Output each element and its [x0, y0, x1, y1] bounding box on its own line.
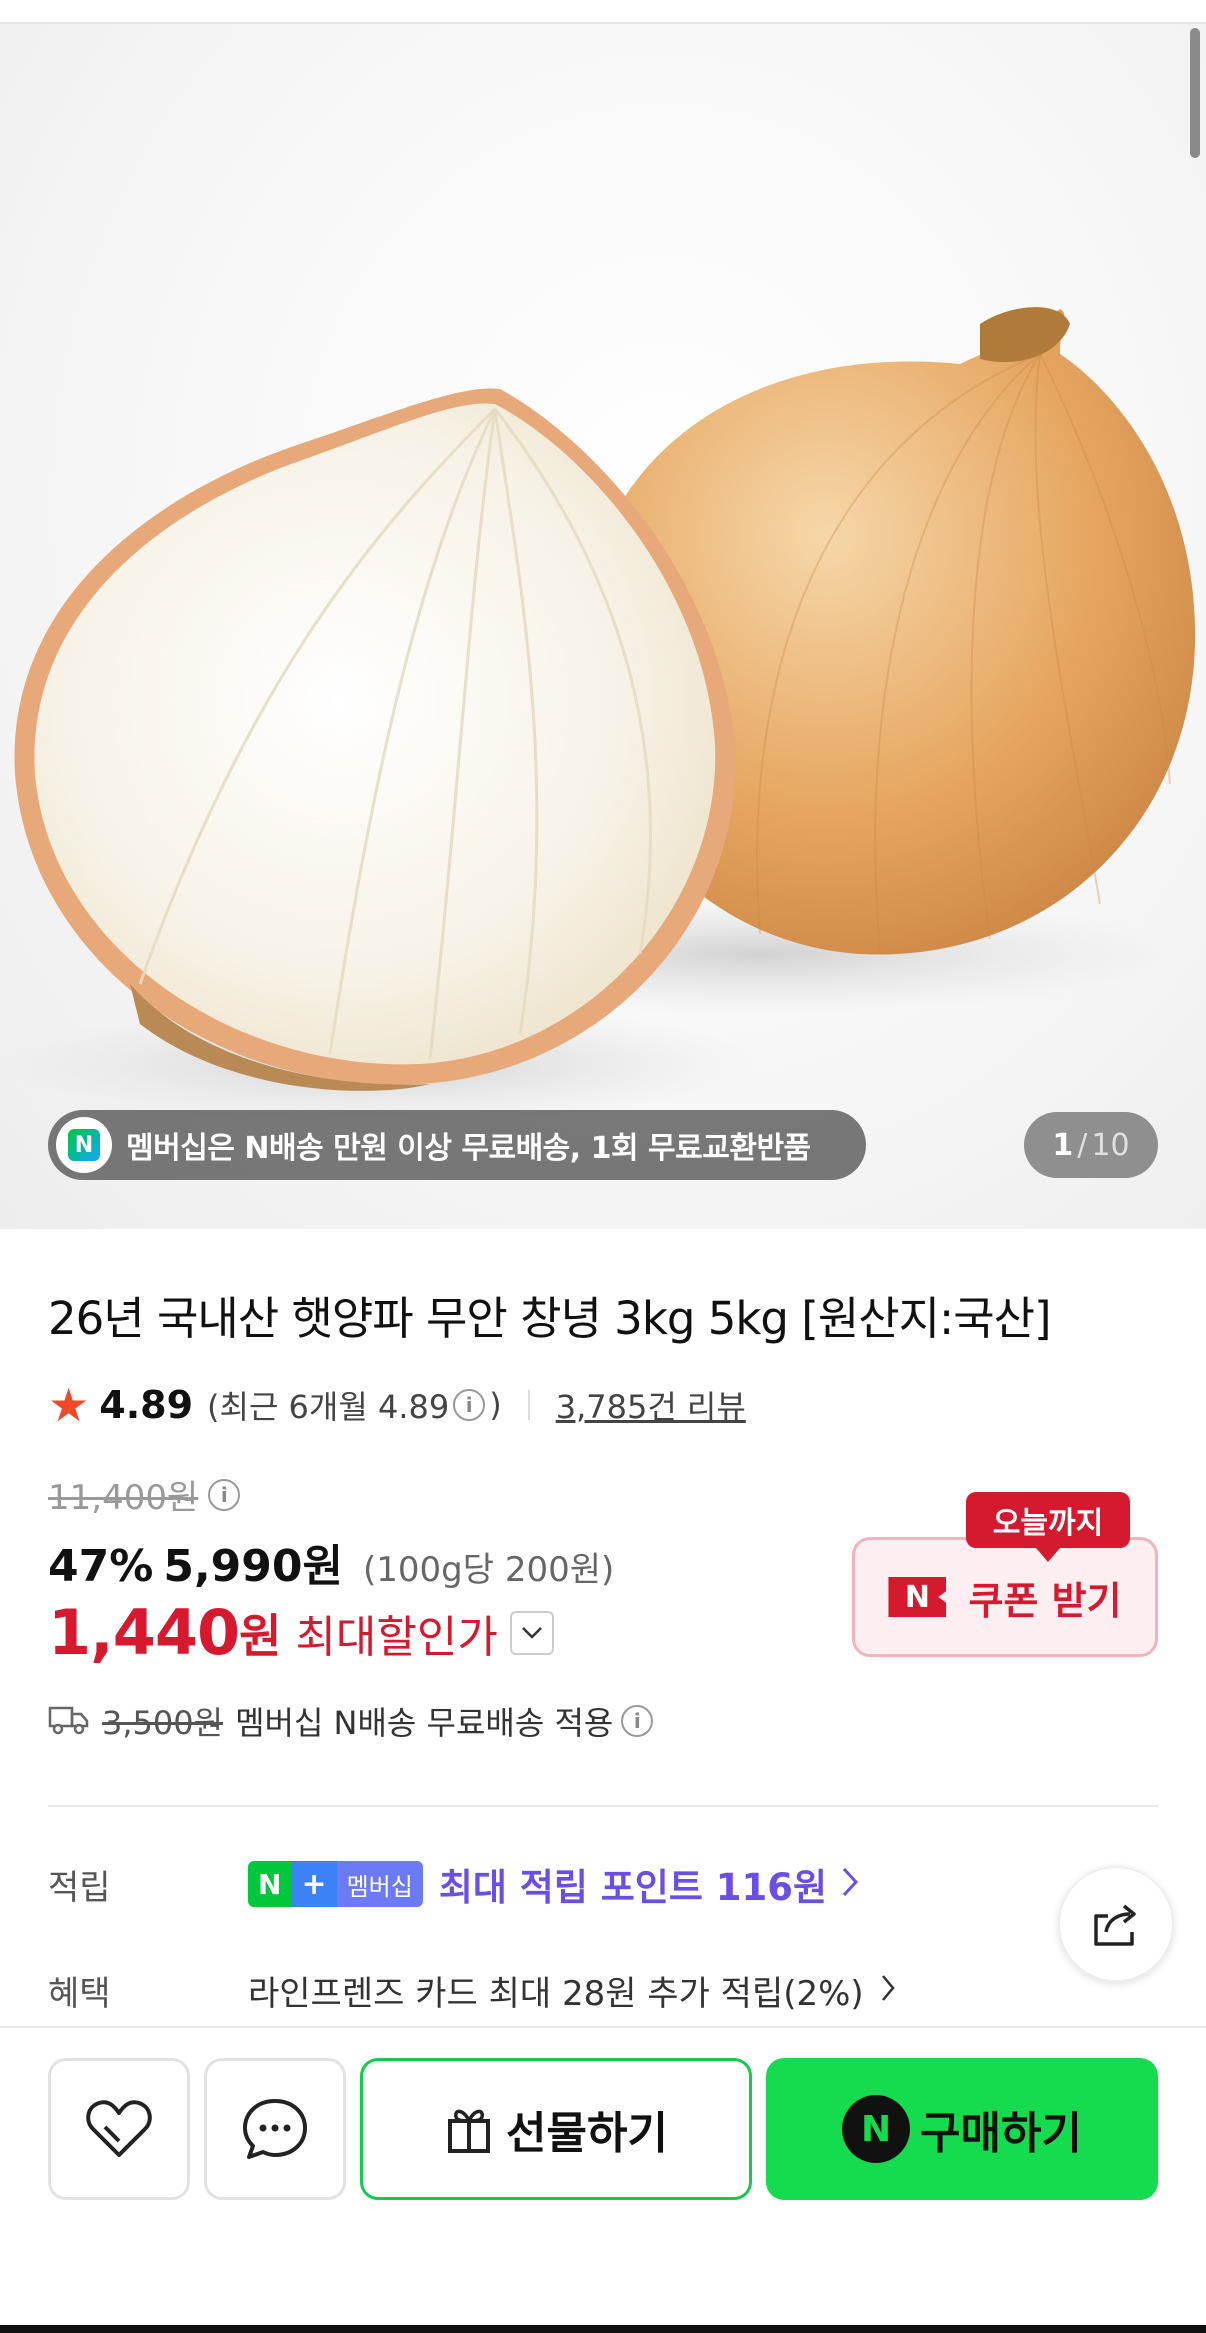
best-price-label: 최대할인가	[295, 1611, 498, 1663]
membership-promo-banner[interactable]: N 멤버십은 N배송 만원 이상 무료배송, 1회 무료교환반품	[48, 1110, 866, 1180]
separator	[527, 1390, 530, 1420]
scrollbar[interactable]	[1190, 28, 1200, 158]
reviews-link[interactable]: 3,785건 리뷰	[556, 1382, 746, 1428]
truck-icon	[48, 1702, 90, 1740]
chevron-right-icon	[880, 1973, 896, 2007]
shipping-info-icon[interactable]: i	[621, 1705, 654, 1737]
product-image-onion	[0, 307, 1196, 1124]
rating-recent: (최근 6개월 4.89 i )	[207, 1382, 502, 1428]
sale-price: 5,990원	[163, 1541, 343, 1592]
coupon-label: 쿠폰 받기	[968, 1578, 1122, 1623]
best-price-amount: 1,440	[48, 1596, 240, 1669]
price-info-icon[interactable]: i	[208, 1478, 241, 1511]
sale-price-row: 47% 5,990원 (100g당 200원)	[48, 1530, 614, 1594]
rating-value: 4.89	[99, 1383, 194, 1427]
shipping-row: 3,500원 멤버십 N배송 무료배송 적용 i	[48, 1698, 657, 1744]
image-counter-current: 1	[1052, 1127, 1074, 1163]
coupon-n-icon: N	[888, 1577, 947, 1617]
rating-recent-close: )	[489, 1386, 502, 1424]
wishlist-button[interactable]	[48, 2058, 190, 2200]
buy-label: 구매하기	[920, 2108, 1082, 2159]
points-row[interactable]: 적립 N + 멤버십 최대 적립 포인트 116원	[48, 1854, 1158, 1914]
share-icon	[1094, 1904, 1136, 1946]
image-counter-total: 10	[1091, 1127, 1130, 1163]
gift-label: 선물하기	[506, 2108, 668, 2159]
gift-icon	[448, 2109, 491, 2153]
buy-button[interactable]: N 구매하기	[766, 2058, 1158, 2200]
star-icon: ★	[48, 1378, 90, 1432]
image-counter-separator: /	[1077, 1127, 1088, 1163]
chat-icon	[243, 2099, 307, 2159]
chat-button[interactable]	[204, 2058, 346, 2200]
share-button[interactable]	[1058, 1866, 1174, 1982]
promo-text: 멤버십은 N배송 만원 이상 무료배송, 1회 무료교환반품	[126, 1131, 811, 1166]
unit-price: (100g당 200원)	[362, 1550, 615, 1590]
benefit-text: 라인프렌즈 카드 최대 28원 추가 적립(2%)	[248, 1973, 864, 2014]
chevron-right-icon	[841, 1866, 859, 1902]
discount-rate: 47%	[48, 1541, 154, 1592]
heart-icon	[86, 2100, 152, 2157]
benefit-row[interactable]: 혜택 라인프렌즈 카드 최대 28원 추가 적립(2%)	[48, 1960, 1048, 2020]
best-price-row[interactable]: 1,440 원 최대할인가	[48, 1596, 554, 1669]
image-counter: 1 / 10	[1024, 1112, 1158, 1178]
rating-row: ★ 4.89 (최근 6개월 4.89 i ) 3,785건 리뷰	[48, 1378, 746, 1432]
benefit-label: 혜택	[48, 1973, 111, 2014]
product-image-gallery[interactable]	[0, 24, 1206, 1229]
rating-recent-text: (최근 6개월 4.89	[207, 1388, 450, 1426]
naver-plus-badge-n: N	[248, 1861, 292, 1907]
best-price-currency: 원	[239, 1608, 282, 1663]
points-text: 최대 적립 포인트 116원	[438, 1866, 828, 1909]
chevron-down-icon[interactable]	[509, 1610, 554, 1655]
shipping-text: 멤버십 N배송 무료배송 적용	[235, 1704, 614, 1742]
original-price: 11,400원	[48, 1478, 199, 1518]
coupon-button[interactable]: N 쿠폰 받기	[852, 1537, 1158, 1657]
original-price-row: 11,400원 i	[48, 1470, 244, 1519]
section-divider	[48, 1805, 1158, 1807]
membership-logo-icon: N	[56, 1117, 112, 1173]
coupon-today-tag: 오늘까지	[966, 1492, 1130, 1562]
gift-button[interactable]: 선물하기	[360, 2058, 752, 2200]
naver-plus-badge-membership: 멤버십	[336, 1861, 423, 1907]
naver-pay-n-icon: N	[842, 2095, 911, 2163]
home-indicator	[0, 2325, 1206, 2333]
product-title: 26년 국내산 햇양파 무안 창녕 3kg 5kg [원산지:국산]	[48, 1292, 1052, 1345]
original-shipping-fee: 3,500원	[102, 1704, 224, 1742]
naver-plus-badge-plus: +	[291, 1861, 337, 1907]
points-label: 적립	[48, 1867, 111, 1908]
info-icon[interactable]: i	[453, 1389, 486, 1421]
